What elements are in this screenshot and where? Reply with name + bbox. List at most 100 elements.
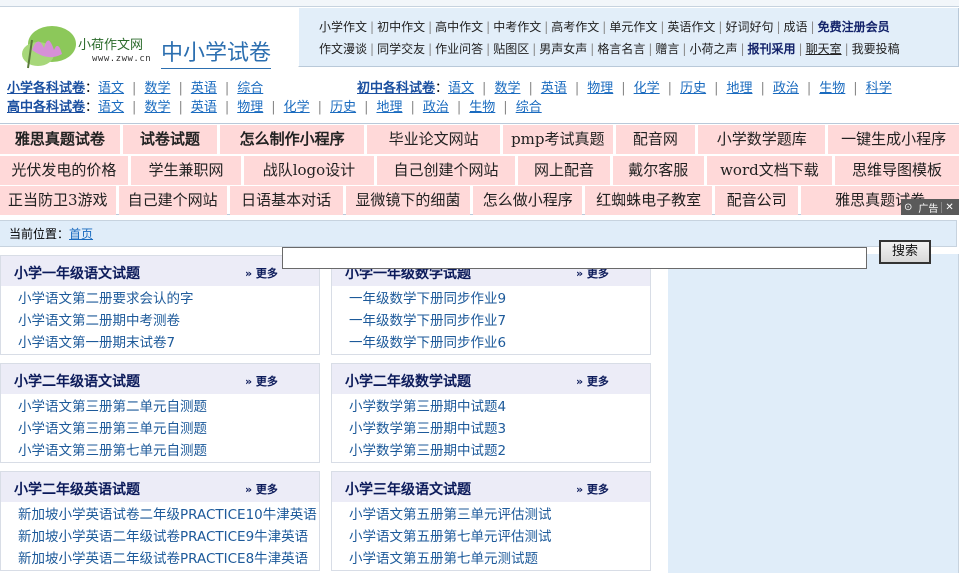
subject-link[interactable]: 化学 (284, 100, 310, 115)
subject-link[interactable]: 地理 (726, 81, 752, 96)
top-nav-link[interactable]: 聊天室 (806, 42, 842, 56)
top-nav-link[interactable]: 免费注册会员 (818, 20, 890, 34)
top-nav-link[interactable]: 我要投稿 (852, 42, 900, 56)
logo[interactable]: 小荷作文网 www.zww.cn 中小学试卷 (0, 8, 298, 69)
search-input[interactable] (282, 247, 867, 269)
article-link[interactable]: 一年级数学下册同步作业6 (349, 335, 506, 351)
subject-link[interactable]: 英语 (191, 81, 217, 96)
tag-link[interactable]: 怎么制作小程序 (219, 125, 365, 154)
tag-link[interactable]: 日语基本对话 (229, 186, 343, 215)
top-nav-link[interactable]: 格言名言 (597, 42, 645, 56)
search-button[interactable]: 搜索 (879, 240, 931, 264)
more-link[interactable]: » 更多 (576, 481, 609, 497)
top-nav-link[interactable]: 好词好句 (725, 20, 773, 34)
top-nav-link[interactable]: 高考作文 (551, 20, 599, 34)
subject-link[interactable]: 物理 (237, 100, 263, 115)
subject-link[interactable]: 数学 (144, 81, 170, 96)
article-link[interactable]: 小学语文第五册第三单元评估测试 (349, 507, 552, 523)
article-link[interactable]: 小学数学第三册期中试题4 (349, 399, 506, 415)
subject-category-link[interactable]: 初中各科试卷 (357, 81, 435, 96)
top-nav-link[interactable]: 男声女声 (539, 42, 587, 56)
subject-link[interactable]: 综合 (516, 100, 542, 115)
subject-link[interactable]: 物理 (587, 81, 613, 96)
subject-link[interactable]: 历史 (680, 81, 706, 96)
subject-link[interactable]: 数学 (494, 81, 520, 96)
subject-link[interactable]: 化学 (634, 81, 660, 96)
top-nav-link[interactable]: 作业问答 (435, 42, 483, 56)
top-nav-link[interactable]: 初中作文 (377, 20, 425, 34)
top-nav-link[interactable]: 单元作文 (609, 20, 657, 34)
subject-category-link[interactable]: 高中各科试卷 (7, 100, 85, 115)
more-link[interactable]: » 更多 (245, 373, 278, 389)
article-link[interactable]: 小学语文第五册第七单元评估测试 (349, 529, 552, 545)
subject-link[interactable]: 英语 (541, 81, 567, 96)
tag-link[interactable]: 战队logo设计 (244, 156, 374, 185)
article-link[interactable]: 新加坡小学英语试卷二年级PRACTICE10牛津英语 (18, 507, 317, 523)
subject-link[interactable]: 语文 (98, 100, 124, 115)
subject-link[interactable]: 英语 (191, 100, 217, 115)
ad-badge[interactable]: ⊙ 广告 ✕ (901, 199, 959, 215)
article-link[interactable]: 小学语文第五册第七单元测试题 (349, 551, 538, 567)
subject-category-link[interactable]: 小学各科试卷 (7, 81, 85, 96)
article-link[interactable]: 小学数学第三册期中试题3 (349, 421, 506, 437)
subject-link[interactable]: 综合 (237, 81, 263, 96)
tag-link[interactable]: 正当防卫3游戏 (0, 186, 116, 215)
tag-link[interactable]: 学生兼职网 (130, 156, 242, 185)
tag-link[interactable]: 显微镜下的细菌 (345, 186, 471, 215)
tag-link[interactable]: 光伏发电的价格 (0, 156, 128, 185)
article-link[interactable]: 小学语文第一册期末试卷7 (18, 335, 175, 351)
site-title[interactable]: 中小学试卷 (161, 40, 272, 69)
more-link[interactable]: » 更多 (245, 265, 278, 281)
article-link[interactable]: 小学语文第三册第三单元自测题 (18, 421, 207, 437)
top-nav-link[interactable]: 小荷之声 (689, 42, 737, 56)
tag-link[interactable]: pmp考试真题 (502, 125, 613, 154)
subject-link[interactable]: 科学 (866, 81, 892, 96)
top-nav-link[interactable]: 高中作文 (435, 20, 483, 34)
subject-link[interactable]: 地理 (376, 100, 402, 115)
subject-link[interactable]: 语文 (448, 81, 474, 96)
tag-link[interactable]: 戴尔客服 (612, 156, 704, 185)
article-link[interactable]: 小学语文第三册第七单元自测题 (18, 443, 207, 459)
top-nav-link[interactable]: 贴图区 (493, 42, 529, 56)
top-nav-link[interactable]: 英语作文 (667, 20, 715, 34)
tag-link[interactable]: word文档下载 (706, 156, 832, 185)
subject-link[interactable]: 生物 (469, 100, 495, 115)
tag-link[interactable]: 怎么做小程序 (473, 186, 583, 215)
subject-link[interactable]: 数学 (144, 100, 170, 115)
top-nav-link[interactable]: 作文漫谈 (319, 42, 367, 56)
tag-link[interactable]: 思维导图模板 (834, 156, 959, 185)
subject-link[interactable]: 语文 (98, 81, 124, 96)
more-link[interactable]: » 更多 (245, 481, 278, 497)
subject-link[interactable]: 历史 (330, 100, 356, 115)
tag-link[interactable]: 雅思真题试卷 (0, 125, 120, 154)
top-nav-link[interactable]: 报刊采用 (748, 42, 796, 56)
tag-link[interactable]: 小学数学题库 (698, 125, 826, 154)
article-link[interactable]: 小学语文第二册要求会认的字 (18, 291, 194, 307)
top-nav-link[interactable]: 成语 (784, 20, 808, 34)
tag-link[interactable]: 配音公司 (714, 186, 799, 215)
article-link[interactable]: 一年级数学下册同步作业9 (349, 291, 506, 307)
top-nav-link[interactable]: 同学交友 (377, 42, 425, 56)
top-nav-link[interactable]: 赠言 (655, 42, 679, 56)
article-link[interactable]: 小学语文第二册期中考测卷 (18, 313, 180, 329)
article-link[interactable]: 新加坡小学英语二年级试卷PRACTICE9牛津英语 (18, 529, 308, 545)
tag-link[interactable]: 试卷试题 (122, 125, 217, 154)
tag-link[interactable]: 自己建个网站 (118, 186, 227, 215)
article-link[interactable]: 一年级数学下册同步作业7 (349, 313, 506, 329)
breadcrumb-home-link[interactable]: 首页 (69, 227, 93, 241)
tag-link[interactable]: 一键生成小程序 (828, 125, 959, 154)
subject-link[interactable]: 政治 (773, 81, 799, 96)
article-link[interactable]: 小学数学第三册期中试题2 (349, 443, 506, 459)
tag-link[interactable]: 自己创建个网站 (376, 156, 516, 185)
box-title[interactable]: 小学一年级语文试题 (14, 263, 140, 283)
article-link[interactable]: 小学语文第三册第二单元自测题 (18, 399, 207, 415)
close-icon[interactable]: ✕ (941, 201, 956, 213)
top-nav-link[interactable]: 中考作文 (493, 20, 541, 34)
more-link[interactable]: » 更多 (576, 373, 609, 389)
tag-link[interactable]: 红蜘蛛电子教室 (585, 186, 712, 215)
tag-link[interactable]: 毕业论文网站 (367, 125, 500, 154)
article-link[interactable]: 新加坡小学英语二年级试卷PRACTICE8牛津英语 (18, 551, 308, 567)
tag-link[interactable]: 配音网 (615, 125, 696, 154)
tag-link[interactable]: 网上配音 (518, 156, 610, 185)
box-title[interactable]: 小学二年级语文试题 (14, 371, 140, 391)
